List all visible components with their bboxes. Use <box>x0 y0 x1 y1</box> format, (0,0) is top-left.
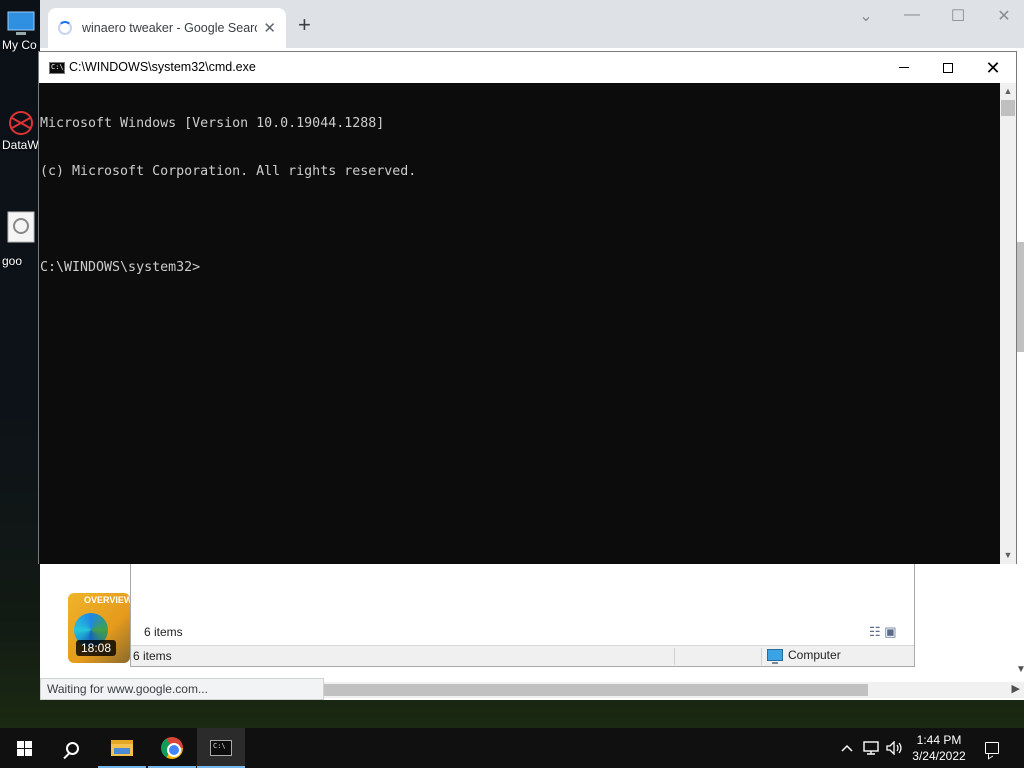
chrome-icon <box>161 737 183 759</box>
loading-spinner-icon <box>58 21 72 35</box>
explorer-status-bar: 6 items Computer <box>131 645 914 666</box>
taskbar-file-explorer[interactable] <box>98 728 146 768</box>
close-button[interactable]: ✕ <box>970 52 1016 83</box>
desktop-icon-label: DataW <box>2 138 39 152</box>
status-divider <box>674 648 675 665</box>
video-overlay-text: OVERVIEW <box>84 595 130 605</box>
chevron-down-icon[interactable]: ⌄ <box>844 6 888 26</box>
clock-time: 1:44 PM <box>916 733 962 747</box>
desktop-icon-label: My Co <box>2 38 37 52</box>
new-tab-button[interactable]: + <box>298 12 311 38</box>
view-toggle-icons[interactable]: ☷ ▣ <box>869 624 897 640</box>
chrome-vertical-scrollbar-thumb[interactable] <box>1016 242 1024 352</box>
show-hidden-icons-chevron[interactable] <box>836 728 858 768</box>
chrome-status-bubble: Waiting for www.google.com... <box>40 678 324 700</box>
chrome-tab-title: winaero tweaker - Google Search <box>82 21 258 35</box>
cmd-vertical-scrollbar[interactable]: ▲ ▼ <box>1000 83 1016 564</box>
video-duration-badge: 18:08 <box>76 640 117 656</box>
minimize-button[interactable] <box>881 52 927 83</box>
maximize-button[interactable]: ☐ <box>936 6 980 26</box>
volume-icon <box>886 741 902 755</box>
explorer-items-count: 6 items <box>144 625 183 639</box>
taskbar-clock[interactable]: 1:44 PM 3/24/2022 <box>904 732 974 764</box>
network-button[interactable] <box>860 728 882 768</box>
cmd-titlebar[interactable]: C:\_ C:\WINDOWS\system32\cmd.exe ✕ <box>39 52 1016 83</box>
desktop-icon-my-computer[interactable]: My Co <box>0 8 40 52</box>
minimize-icon <box>899 67 909 68</box>
network-icon <box>863 741 879 755</box>
command-prompt-window: C:\_ C:\WINDOWS\system32\cmd.exe ✕ Micro… <box>38 51 1017 564</box>
computer-icon <box>4 8 38 38</box>
chrome-horizontal-scrollbar[interactable]: ▶ <box>324 682 1024 698</box>
close-button[interactable]: ✕ <box>982 6 1024 26</box>
notification-icon <box>985 742 999 754</box>
command-prompt-icon: C:\_ <box>49 62 68 74</box>
file-explorer-icon <box>111 740 133 756</box>
datawrapper-icon <box>4 108 38 138</box>
chevron-up-icon <box>841 744 853 752</box>
command-prompt-icon: C:\ <box>210 740 232 756</box>
taskbar-chrome[interactable] <box>148 728 196 768</box>
maximize-button[interactable] <box>925 52 971 83</box>
minimize-button[interactable]: — <box>890 6 934 24</box>
chrome-tab[interactable]: winaero tweaker - Google Search ✕ <box>48 8 286 48</box>
close-icon: ✕ <box>985 57 1001 78</box>
volume-button[interactable] <box>884 728 906 768</box>
maximize-icon <box>943 62 953 73</box>
desktop-icon-datawrapper[interactable]: DataW <box>0 108 40 152</box>
status-location-label: Computer <box>788 648 841 662</box>
desktop-icon-image-file[interactable]: goo <box>0 210 40 268</box>
search-button[interactable] <box>48 728 96 768</box>
window-title: C:\WINDOWS\system32\cmd.exe <box>69 60 256 74</box>
horizontal-scrollbar-thumb[interactable] <box>324 684 868 696</box>
status-divider <box>761 648 762 665</box>
console-prompt[interactable]: C:\WINDOWS\system32> <box>40 260 999 276</box>
scroll-down-arrow-icon[interactable]: ▼ <box>1000 547 1016 564</box>
windows-logo-icon <box>16 740 32 756</box>
chrome-tab-strip: winaero tweaker - Google Search ✕ + ⌄ — … <box>40 0 1024 48</box>
console-line: Microsoft Windows [Version 10.0.19044.12… <box>40 116 385 131</box>
clock-date: 3/24/2022 <box>912 749 966 763</box>
close-tab-icon[interactable]: ✕ <box>263 19 276 37</box>
scroll-down-arrow-icon[interactable]: ▼ <box>1016 664 1024 675</box>
scroll-right-arrow-icon[interactable]: ▶ <box>1012 682 1020 695</box>
taskbar: C:\ 1:44 PM 3/24/2022 <box>0 728 1024 768</box>
scrollbar-thumb[interactable] <box>1001 100 1015 116</box>
taskbar-command-prompt[interactable]: C:\ <box>197 728 245 768</box>
status-items: 6 items <box>133 649 172 663</box>
desktop-icon-label: goo <box>2 254 23 268</box>
console-line: (c) Microsoft Corporation. All rights re… <box>40 164 417 179</box>
console-output[interactable]: Microsoft Windows [Version 10.0.19044.12… <box>39 83 1000 564</box>
large-icons-view-icon[interactable]: ▣ <box>884 624 896 639</box>
scroll-up-arrow-icon[interactable]: ▲ <box>1000 83 1016 100</box>
start-button[interactable] <box>0 728 48 768</box>
details-view-icon[interactable]: ☷ <box>869 624 881 639</box>
computer-icon <box>767 649 783 664</box>
status-location: Computer <box>767 648 841 664</box>
search-icon <box>65 741 79 755</box>
action-center-button[interactable] <box>978 728 1006 768</box>
image-file-icon <box>4 210 38 243</box>
file-explorer-window: 6 items ☷ ▣ 6 items Computer <box>130 560 915 667</box>
